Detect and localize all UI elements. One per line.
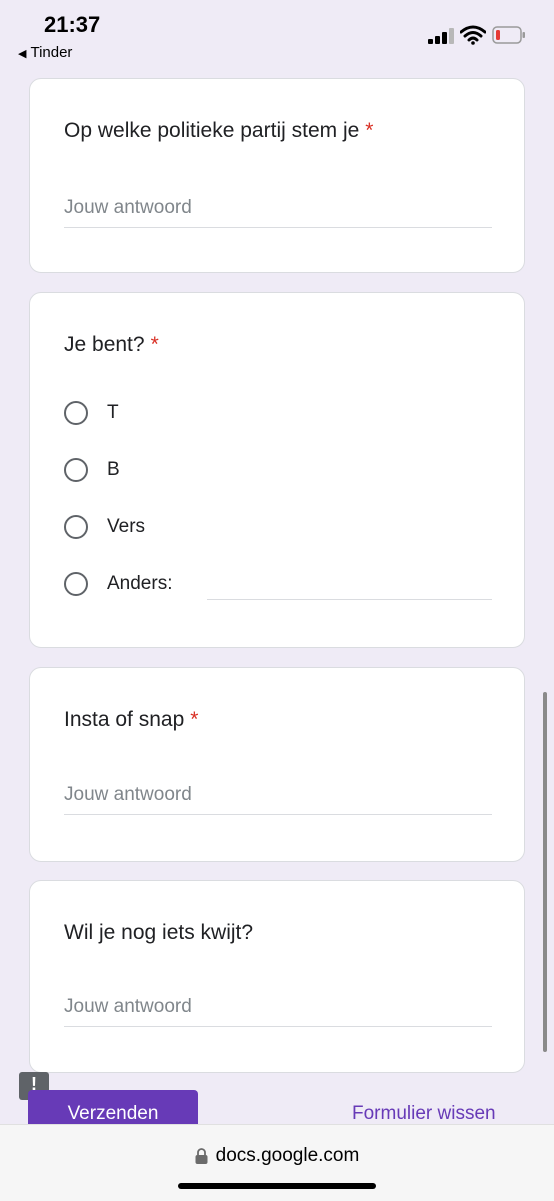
question-card-je-bent: Je bent? * T B Vers Anders: [29, 292, 525, 648]
home-indicator[interactable] [178, 1183, 376, 1189]
radio-button-icon[interactable] [64, 572, 88, 596]
question-title-text: Je bent? [64, 333, 145, 356]
required-marker: * [190, 708, 199, 731]
answer-placeholder: Jouw antwoord [64, 197, 192, 218]
answer-input-insta-snap[interactable]: Jouw antwoord [64, 784, 492, 815]
url-field[interactable]: docs.google.com [0, 1145, 554, 1167]
clear-form-button[interactable]: Formulier wissen [352, 1103, 496, 1125]
browser-address-bar: docs.google.com [0, 1124, 554, 1201]
question-title-text: Wil je nog iets kwijt? [64, 921, 254, 944]
answer-placeholder: Jouw antwoord [64, 784, 192, 805]
question-title: Op welke politieke partij stem je * [64, 119, 373, 143]
url-text: docs.google.com [215, 1145, 360, 1166]
radio-option-vers[interactable]: Vers [64, 512, 145, 542]
back-arrow-icon: ◀ [18, 48, 27, 60]
wifi-icon [460, 25, 486, 45]
question-card-insta-snap: Insta of snap * Jouw antwoord [29, 667, 525, 862]
radio-button-icon[interactable] [64, 401, 88, 425]
question-card-kwijt: Wil je nog iets kwijt? Jouw antwoord [29, 880, 525, 1073]
required-marker: * [150, 333, 159, 356]
radio-button-icon[interactable] [64, 515, 88, 539]
question-card-party: Op welke politieke partij stem je * Jouw … [29, 78, 525, 273]
status-time: 21:37 [44, 12, 101, 37]
status-bar: 21:37 ◀ Tinder [0, 0, 554, 70]
answer-input-kwijt[interactable]: Jouw antwoord [64, 996, 492, 1027]
back-app-label: Tinder [30, 44, 73, 61]
required-marker: * [365, 119, 374, 142]
question-title: Je bent? * [64, 333, 159, 357]
radio-label: Vers [107, 516, 146, 537]
question-title-text: Insta of snap [64, 708, 185, 731]
radio-option-b[interactable]: B [64, 455, 120, 485]
radio-option-anders[interactable]: Anders: [64, 569, 172, 599]
other-text-input[interactable] [207, 599, 492, 600]
answer-placeholder: Jouw antwoord [64, 996, 192, 1017]
lock-icon [195, 1148, 208, 1164]
cellular-signal-icon [428, 28, 454, 44]
radio-button-icon[interactable] [64, 458, 88, 482]
question-title: Insta of snap * [64, 708, 198, 732]
answer-input-party[interactable]: Jouw antwoord [64, 197, 492, 228]
radio-option-t[interactable]: T [64, 398, 119, 428]
question-title: Wil je nog iets kwijt? [64, 921, 253, 945]
question-title-text: Op welke politieke partij stem je [64, 119, 360, 142]
radio-label: Anders: [107, 573, 173, 594]
battery-icon [492, 26, 525, 44]
radio-label: B [107, 459, 120, 480]
scrollbar[interactable] [543, 692, 547, 1052]
back-to-app-link[interactable]: ◀ Tinder [18, 44, 72, 61]
radio-label: T [107, 402, 119, 423]
